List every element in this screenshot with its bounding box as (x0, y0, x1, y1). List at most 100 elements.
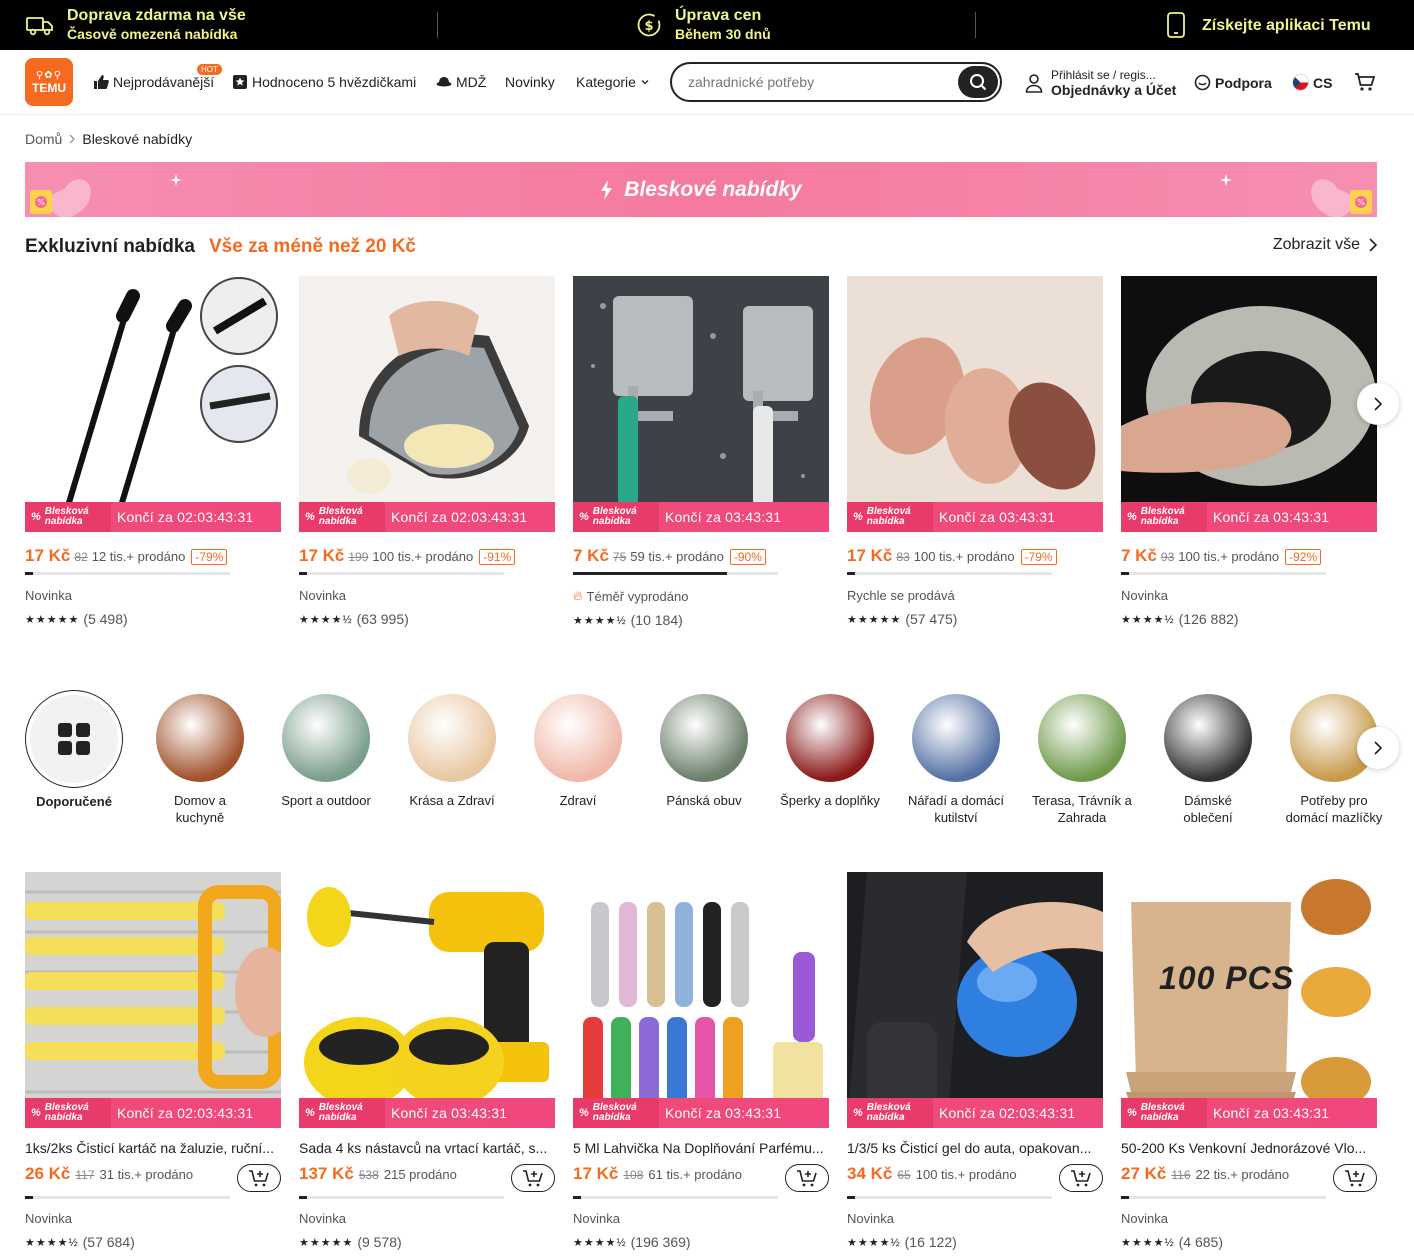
brush-illustration (62, 277, 278, 529)
product-card[interactable]: % Blesková nabídka Končí za 03:43:31 Sada 4… (299, 872, 555, 1250)
flash-timer: Končí za 03:43:31 (665, 509, 782, 525)
add-to-cart-button[interactable] (785, 1164, 829, 1192)
sold-count: 31 tis.+ prodáno (99, 1167, 194, 1182)
price: 7 Kč (573, 546, 609, 565)
deal-card[interactable]: % Blesková nabídka Končí za 02:03:43:31 17 … (299, 276, 555, 627)
nav-news[interactable]: Novinky (505, 74, 555, 90)
category-item[interactable]: Nářadí a do­mácí kutilství (906, 694, 1006, 826)
category-item[interactable]: Dámské oblečení (1158, 694, 1258, 826)
nav-categories[interactable]: Kategorie (576, 74, 650, 90)
product-image[interactable]: % Blesková nabídka Končí za 03:43:31 (573, 872, 829, 1128)
product-title[interactable]: 5 Ml Lahvička Na Doplňování Parfému... (573, 1140, 829, 1156)
product-image[interactable]: 100 PCS % Blesková nabídka Končí za 03:43:3… (1121, 872, 1377, 1128)
sold-progress-bar (573, 572, 778, 575)
product-image[interactable]: % Blesková nabídka Končí za 03:43:31 (1121, 276, 1377, 532)
product-tag-label: Téměř vyprodáno (586, 588, 689, 604)
flash-timer: Končí za 02:03:43:31 (391, 509, 528, 525)
product-title[interactable]: 50-200 Ks Venkovní Jednorázové Vlo... (1121, 1140, 1377, 1156)
category-label: Šperky a doplňky (780, 793, 880, 808)
sparkle-icon (170, 174, 182, 186)
view-all-link[interactable]: Zobrazit vše (1273, 236, 1377, 254)
promo-app[interactable]: Získejte aplikaci Temu (1166, 0, 1371, 50)
blind-brush-illustration (25, 872, 281, 1128)
star-rating-icon: ★★★★½ (573, 614, 627, 627)
temu-logo[interactable]: ⚲✿⚲ TEMU (25, 58, 73, 106)
category-recommended[interactable]: Doporučené (24, 690, 124, 810)
product-image[interactable]: % Blesková nabídka Končí za 02:03:43:31 (299, 276, 555, 532)
sold-progress-fill (573, 1196, 582, 1199)
review-count: (16 122) (904, 1234, 957, 1250)
product-title[interactable]: 1/3/5 ks Čisticí gel do auta, opakovan..… (847, 1140, 1103, 1156)
nav-bestsellers[interactable]: Nejprodávanější (93, 74, 214, 90)
account-menu[interactable]: Přihlásit se / regis... Objednávky a Úče… (1025, 68, 1176, 98)
breadcrumb-home[interactable]: Domů (25, 131, 62, 147)
rating: ★★★★½ (4 685) (1121, 1234, 1377, 1250)
category-item[interactable]: Šperky a doplňky (780, 694, 880, 809)
product-card[interactable]: 100 PCS % Blesková nabídka Končí za 03:43:3… (1121, 872, 1377, 1250)
search-input[interactable] (688, 74, 948, 90)
promo-divider (437, 12, 438, 38)
product-image[interactable]: % Blesková nabídka Končí za 03:43:31 (299, 872, 555, 1128)
old-price: 117 (75, 1168, 95, 1182)
deal-card[interactable]: % Blesková nabídka Končí za 03:43:31 7 Kč 75… (573, 276, 829, 628)
review-count: (57 475) (905, 611, 958, 627)
cart-button[interactable] (1354, 72, 1376, 92)
search-icon (970, 74, 987, 91)
deal-card[interactable]: % Blesková nabídka Končí za 03:43:31 7 Kč 93… (1121, 276, 1377, 627)
language-label: CS (1313, 74, 1333, 91)
czech-flag-icon (1292, 74, 1309, 91)
product-image[interactable]: % Blesková nabídka Končí za 02:03:43:31 (25, 276, 281, 532)
category-item[interactable]: Terasa, Tráv­ník a Zahrada (1032, 694, 1132, 826)
nav-mdz[interactable]: MDŽ (436, 74, 486, 90)
rating: ★★★★★ (57 475) (847, 611, 1103, 627)
old-price: 199 (348, 550, 369, 564)
language-selector[interactable]: CS (1292, 74, 1332, 91)
category-item[interactable]: Pánská obuv (654, 694, 754, 809)
promo-price[interactable]: $ Úprava cen Během 30 dnů (636, 0, 771, 50)
price-row: 7 Kč 75 59 tis.+ prodáno -90% (573, 546, 829, 566)
product-image[interactable]: % Blesková nabídka Končí za 03:43:31 (847, 276, 1103, 532)
promo-shipping[interactable]: Doprava zdarma na vše Časově omezená nab… (25, 0, 246, 50)
flash-timer: Končí za 03:43:31 (391, 1105, 508, 1121)
flash-strip: % Blesková nabídka Končí za 03:43:31 (847, 502, 1103, 532)
category-label: Domov a kuchyně (173, 793, 227, 825)
category-label: Dámské oblečení (1183, 793, 1233, 825)
product-card[interactable]: % Blesková nabídka Končí za 02:03:43:31 1ks… (25, 872, 281, 1250)
price-row: 17 Kč 83 100 tis.+ prodáno -79% (847, 546, 1103, 566)
search-button[interactable] (958, 66, 998, 98)
product-image[interactable]: % Blesková nabídka Končí za 02:03:43:31 (847, 872, 1103, 1128)
percent-icon: % (31, 511, 41, 523)
nav-five-star[interactable]: Hodnoceno 5 hvězdičkami (232, 74, 416, 90)
add-to-cart-button[interactable] (1333, 1164, 1377, 1192)
flash-deal-tag: % Blesková nabídka (847, 502, 933, 532)
price-row: 7 Kč 93 100 tis.+ prodáno -92% (1121, 546, 1377, 566)
category-label: Zdraví (559, 793, 597, 808)
percent-icon: % (853, 511, 863, 523)
product-card[interactable]: % Blesková nabídka Končí za 03:43:31 5 Ml L… (573, 872, 829, 1250)
flash-label-line2: nabídka (592, 1112, 631, 1123)
product-image[interactable]: % Blesková nabídka Končí za 03:43:31 (573, 276, 829, 532)
add-to-cart-button[interactable] (511, 1164, 555, 1192)
add-to-cart-button[interactable] (237, 1164, 281, 1192)
category-item[interactable]: Zdraví (528, 694, 628, 809)
category-item[interactable]: Sport a outdoor (276, 694, 376, 809)
category-item[interactable]: Krása a Zdraví (402, 694, 502, 809)
category-item[interactable]: Domov a kuchyně (150, 694, 250, 826)
product-title[interactable]: 1ks/2ks Čisticí kartáč na žaluzie, ruční… (25, 1140, 281, 1156)
product-card[interactable]: % Blesková nabídka Končí za 02:03:43:31 1/3… (847, 872, 1103, 1250)
deal-card[interactable]: % Blesková nabídka Končí za 03:43:31 17 Kč 8… (847, 276, 1103, 627)
flash-label-line2: nabídka (1140, 516, 1179, 527)
old-price: 116 (1171, 1168, 1191, 1182)
deal-card[interactable]: % Blesková nabídka Končí za 02:03:43:31 17 … (25, 276, 281, 627)
support-link[interactable]: Podpora (1194, 74, 1272, 91)
nav-bestsellers-label: Nejprodávanější (113, 74, 215, 90)
product-image[interactable]: % Blesková nabídka Končí za 02:03:43:31 (25, 872, 281, 1128)
price: 34 Kč (847, 1164, 893, 1183)
logo-text: TEMU (32, 81, 66, 95)
product-title[interactable]: Sada 4 ks nástavců na vrtací kartáč, s..… (299, 1140, 555, 1156)
add-to-cart-button[interactable] (1059, 1164, 1103, 1192)
flash-strip: % Blesková nabídka Končí za 03:43:31 (1121, 1098, 1377, 1128)
categories-next-button[interactable] (1357, 727, 1399, 769)
add-to-cart-icon (249, 1170, 269, 1187)
deals-next-button[interactable] (1357, 383, 1399, 425)
